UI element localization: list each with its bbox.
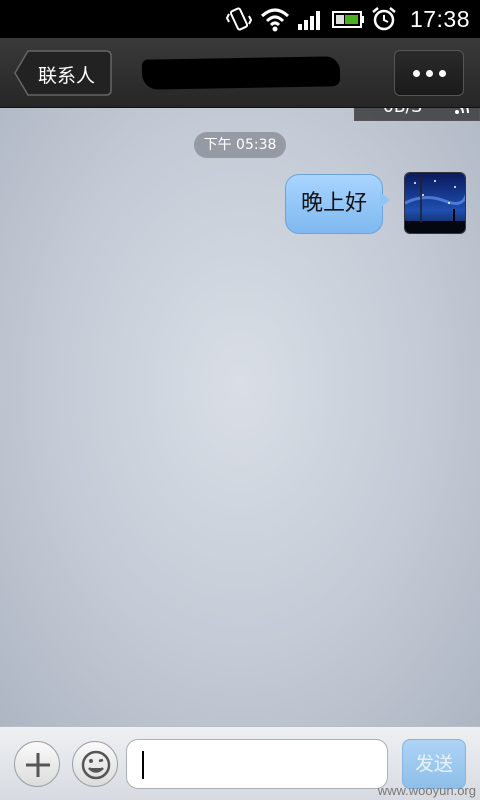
more-dot [425, 69, 433, 77]
alarm-icon [372, 7, 396, 31]
message-input[interactable] [126, 739, 388, 789]
plus-icon [26, 753, 50, 777]
contact-name-redacted [141, 56, 341, 90]
emoji-button[interactable] [72, 741, 118, 787]
back-button[interactable]: 联系人 [14, 50, 112, 96]
add-button[interactable] [14, 741, 60, 787]
signal-icon [298, 11, 320, 30]
vibrate-icon [226, 7, 252, 31]
text-cursor [142, 751, 144, 779]
avatar-image [405, 173, 465, 233]
net-speed-overlay: 0B/S [354, 108, 480, 121]
more-dot [438, 69, 446, 77]
nav-bar: 联系人 [0, 38, 480, 108]
bubble-tail [380, 192, 390, 208]
more-dots-icon [412, 69, 420, 77]
net-speed-value: 0B/S [383, 108, 422, 117]
message-bubble-outgoing[interactable]: 晚上好 [285, 174, 383, 234]
more-button[interactable] [394, 50, 464, 96]
emoji-icon [81, 750, 111, 780]
status-bar: 17:38 [0, 0, 480, 38]
status-time: 17:38 [409, 6, 470, 32]
watermark: www.wooyun.org [377, 783, 476, 798]
send-button[interactable]: 发送 [402, 739, 466, 789]
back-button-label: 联系人 [38, 65, 96, 87]
chat-area[interactable]: 0B/S 下午 05:38 晚上好 [0, 108, 480, 726]
rss-icon [455, 108, 469, 114]
battery-icon [332, 11, 364, 28]
message-timestamp: 下午 05:38 [194, 132, 286, 158]
input-bar: 发送 www.wooyun.org [0, 726, 480, 800]
wifi-icon [260, 8, 290, 32]
avatar[interactable] [404, 172, 466, 234]
